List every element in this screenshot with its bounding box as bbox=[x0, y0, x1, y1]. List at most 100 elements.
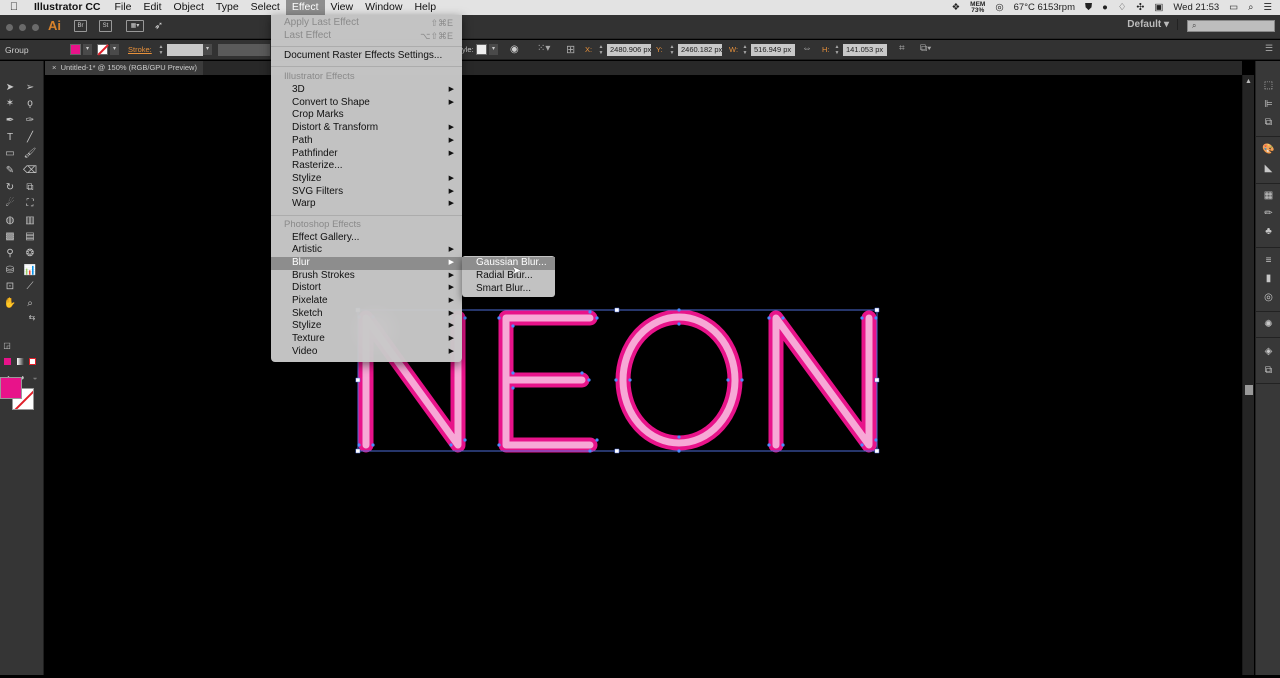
y-field[interactable]: 2460.182 px bbox=[678, 44, 722, 56]
zoom-window-button[interactable] bbox=[32, 24, 39, 31]
fill-color-swatch[interactable] bbox=[70, 44, 81, 55]
align-panel-icon[interactable]: ⊫ bbox=[1262, 98, 1275, 111]
battery-icon[interactable]: ▭ bbox=[1229, 2, 1238, 13]
gradient-tool-icon[interactable]: ▤ bbox=[23, 230, 37, 244]
w-field[interactable]: 516.949 px bbox=[751, 44, 795, 56]
menu-select[interactable]: Select bbox=[245, 0, 286, 15]
shield-icon[interactable]: ⛊ bbox=[1085, 2, 1092, 13]
color-panel-icon[interactable]: 🎨 bbox=[1262, 143, 1275, 156]
spotlight-icon[interactable]: ⌕ bbox=[1248, 2, 1253, 13]
shape-builder-tool-icon[interactable]: ◍ bbox=[3, 214, 17, 228]
menu-item-convert-to-shape[interactable]: Convert to Shape ▶ bbox=[271, 97, 462, 110]
h-stepper[interactable]: ▲ ▼ bbox=[833, 44, 841, 56]
stock-button[interactable]: St bbox=[99, 20, 112, 32]
gpu-performance-icon[interactable]: ➶ bbox=[154, 19, 163, 32]
neon-artwork[interactable] bbox=[45, 75, 1242, 675]
symbol-sprayer-tool-icon[interactable]: ⛁ bbox=[3, 264, 17, 278]
pathfinder-panel-icon[interactable]: ⧉ bbox=[1262, 116, 1275, 129]
menu-item-pathfinder[interactable]: Pathfinder ▶ bbox=[271, 148, 462, 161]
selection-tool-icon[interactable]: ➤ bbox=[3, 81, 17, 95]
menu-type[interactable]: Type bbox=[210, 0, 245, 15]
zoom-tool-icon[interactable]: ⌕ bbox=[23, 297, 37, 311]
stroke-label[interactable]: Stroke: bbox=[128, 45, 152, 54]
artboard-tool-icon[interactable]: ⊡ bbox=[3, 280, 17, 294]
direct-selection-tool-icon[interactable]: ➢ bbox=[23, 81, 37, 95]
none-mode-button[interactable] bbox=[29, 358, 36, 365]
menu-effect[interactable]: Effect bbox=[285, 0, 325, 15]
menu-item-video[interactable]: Video ▶ bbox=[271, 346, 462, 359]
x-stepper[interactable]: ▲ ▼ bbox=[597, 44, 605, 56]
scale-tool-icon[interactable]: ⧉ bbox=[23, 181, 37, 195]
magic-wand-tool-icon[interactable]: ✶ bbox=[3, 97, 17, 111]
drop-icon[interactable]: ● bbox=[1102, 2, 1108, 13]
memory-indicator[interactable]: MEM 73% bbox=[970, 1, 985, 14]
artboard-canvas[interactable] bbox=[45, 75, 1242, 675]
color-guide-panel-icon[interactable]: ◣ bbox=[1262, 162, 1275, 175]
lasso-tool-icon[interactable]: ϙ bbox=[23, 97, 37, 111]
menu-window[interactable]: Window bbox=[359, 0, 408, 15]
menu-help[interactable]: Help bbox=[408, 0, 442, 15]
menu-item-crop-marks[interactable]: Crop Marks bbox=[271, 109, 462, 122]
pen-tool-icon[interactable]: ✒ bbox=[3, 114, 17, 128]
menu-file[interactable]: File bbox=[109, 0, 138, 15]
menu-item-path[interactable]: Path ▶ bbox=[271, 135, 462, 148]
transform-panel-icon[interactable]: ⬚ bbox=[1262, 79, 1275, 92]
graphic-style-dropdown[interactable]: ▾ bbox=[489, 44, 498, 55]
dropbox-icon[interactable]: ❖ bbox=[952, 2, 961, 13]
reference-point-icon[interactable]: ⊞ bbox=[566, 43, 575, 56]
clock[interactable]: Wed 21:53 bbox=[1173, 2, 1219, 13]
isolate-object-icon[interactable]: ⧉▾ bbox=[920, 43, 931, 54]
menu-item-smart-blur[interactable]: Smart Blur... bbox=[462, 283, 555, 296]
bridge-button[interactable]: Br bbox=[74, 20, 87, 32]
appearance-panel-icon[interactable]: ✺ bbox=[1262, 318, 1275, 331]
fill-swatch[interactable] bbox=[0, 377, 22, 399]
artboards-panel-icon[interactable]: ⧉ bbox=[1262, 364, 1275, 377]
menu-item-pixelate[interactable]: Pixelate ▶ bbox=[271, 295, 462, 308]
hand-tool-icon[interactable]: ✋ bbox=[3, 297, 17, 311]
scroll-up-arrow[interactable]: ▲ bbox=[1245, 78, 1252, 85]
menu-item-warp[interactable]: Warp ▶ bbox=[271, 198, 462, 211]
menu-item-sketch[interactable]: Sketch ▶ bbox=[271, 308, 462, 321]
warp-tool-icon[interactable]: ☄ bbox=[3, 197, 17, 211]
menu-object[interactable]: Object bbox=[168, 0, 210, 15]
paintbrush-tool-icon[interactable]: 🖌 bbox=[23, 147, 37, 161]
close-window-button[interactable] bbox=[6, 24, 13, 31]
temp-rpm[interactable]: 67°C 6153rpm bbox=[1014, 2, 1075, 13]
y-stepper[interactable]: ▲ ▼ bbox=[668, 44, 676, 56]
mesh-tool-icon[interactable]: ▩ bbox=[3, 230, 17, 244]
shaper-tool-icon[interactable]: ✎ bbox=[3, 164, 17, 178]
line-tool-icon[interactable]: ╱ bbox=[23, 131, 37, 145]
transparency-panel-icon[interactable]: ◎ bbox=[1262, 291, 1275, 304]
blend-tool-icon[interactable]: ❂ bbox=[23, 247, 37, 261]
stroke-weight-dropdown[interactable]: ▾ bbox=[203, 44, 212, 55]
graphic-style-swatch[interactable] bbox=[476, 44, 487, 55]
menu-edit[interactable]: Edit bbox=[137, 0, 167, 15]
creative-cloud-icon[interactable]: ◎ bbox=[995, 2, 1003, 13]
menu-item-distort[interactable]: Distort ▶ bbox=[271, 282, 462, 295]
slice-tool-icon[interactable]: ⟋ bbox=[23, 280, 37, 294]
menu-item-artistic[interactable]: Artistic ▶ bbox=[271, 244, 462, 257]
symbols-panel-icon[interactable]: ♣ bbox=[1262, 225, 1275, 238]
document-tab[interactable]: × Untitled-1* @ 150% (RGB/GPU Preview) bbox=[45, 61, 203, 75]
menu-item-gaussian-blur[interactable]: Gaussian Blur... bbox=[462, 257, 555, 270]
column-graph-tool-icon[interactable]: 📊 bbox=[23, 264, 37, 278]
menu-item-rasterize[interactable]: Rasterize... bbox=[271, 160, 462, 173]
menu-item-effect-gallery[interactable]: Effect Gallery... bbox=[271, 232, 462, 245]
type-tool-icon[interactable]: T bbox=[3, 131, 17, 145]
menu-item-brush-strokes[interactable]: Brush Strokes ▶ bbox=[271, 270, 462, 283]
fill-dropdown[interactable]: ▾ bbox=[83, 44, 92, 55]
align-to-icon[interactable]: ⁙▾ bbox=[537, 43, 550, 54]
apple-icon[interactable]:  bbox=[0, 0, 28, 15]
draw-inside-icon[interactable]: ◒ bbox=[28, 371, 42, 385]
menu-view[interactable]: View bbox=[325, 0, 360, 15]
menu-item-distort-transform[interactable]: Distort & Transform ▶ bbox=[271, 122, 462, 135]
default-fill-stroke-icon[interactable]: ◲ bbox=[0, 339, 14, 353]
menu-item-blur[interactable]: Blur ▶ bbox=[271, 256, 462, 270]
stroke-dropdown[interactable]: ▾ bbox=[110, 44, 119, 55]
stroke-panel-icon[interactable]: ≡ bbox=[1262, 254, 1275, 267]
gradient-mode-button[interactable] bbox=[17, 358, 24, 365]
curvature-tool-icon[interactable]: ✑ bbox=[23, 114, 37, 128]
rectangle-tool-icon[interactable]: ▭ bbox=[3, 147, 17, 161]
free-transform-tool-icon[interactable]: ⛶ bbox=[23, 197, 37, 211]
menu-app-name[interactable]: Illustrator CC bbox=[28, 0, 109, 15]
